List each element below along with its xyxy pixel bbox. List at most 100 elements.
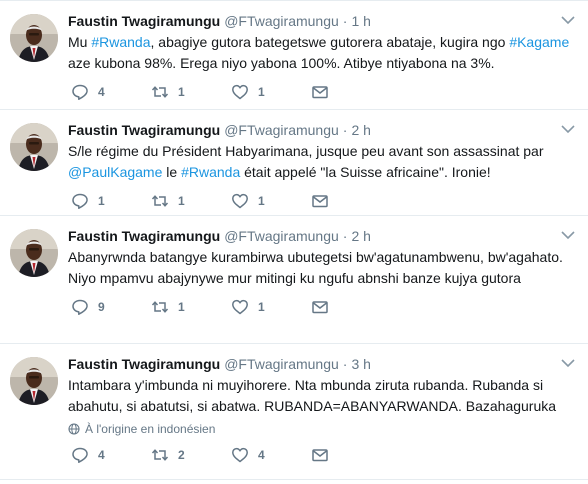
reply-button[interactable]: 1 — [71, 192, 151, 210]
retweet-button[interactable]: 1 — [151, 192, 231, 210]
tweet-text: S/le régime du Président Habyarimana, ju… — [68, 141, 576, 183]
tweet-text: Intambara y'imbunda ni muyihorere. Nta m… — [68, 375, 576, 417]
profile-photo-icon — [10, 123, 58, 171]
reply-button[interactable]: 4 — [71, 446, 151, 464]
author-handle[interactable]: @FTwagiramungu — [224, 122, 339, 138]
tweet-text-segment: Intambara y'imbunda ni muyihorere. Nta m… — [68, 377, 557, 414]
retweet-count: 1 — [178, 300, 185, 314]
retweet-button[interactable]: 1 — [151, 83, 231, 101]
tweet-actions: 9 1 1 — [71, 289, 576, 325]
timestamp[interactable]: 1 h — [351, 13, 370, 29]
envelope-icon — [312, 86, 328, 99]
author-name[interactable]: Faustin Twagiramungu — [68, 356, 220, 372]
hashtag-link[interactable]: #Rwanda — [91, 34, 150, 50]
translation-label[interactable]: À l'origine en indonésien — [85, 422, 215, 436]
tweet-text-segment: Mu — [68, 34, 92, 50]
avatar[interactable] — [10, 14, 58, 62]
profile-photo-icon — [10, 229, 58, 277]
like-button[interactable]: 1 — [231, 298, 311, 316]
avatar[interactable] — [10, 229, 58, 277]
author-name[interactable]: Faustin Twagiramungu — [68, 13, 220, 29]
like-count: 4 — [258, 448, 265, 462]
profile-photo-icon — [10, 357, 58, 405]
heart-icon — [232, 299, 248, 315]
separator-dot: · — [342, 355, 348, 372]
separator-dot: · — [342, 121, 348, 138]
heart-icon — [232, 447, 248, 463]
reply-button[interactable]: 9 — [71, 298, 151, 316]
retweet-count: 1 — [178, 194, 185, 208]
chevron-down-icon[interactable] — [561, 230, 575, 240]
timestamp[interactable]: 2 h — [351, 228, 370, 244]
retweet-button[interactable]: 1 — [151, 298, 231, 316]
chevron-down-icon[interactable] — [561, 15, 575, 25]
tweet-header: Faustin Twagiramungu @FTwagiramungu · 1 … — [68, 11, 576, 30]
retweet-icon — [151, 301, 169, 313]
like-button[interactable]: 1 — [231, 192, 311, 210]
heart-icon — [232, 84, 248, 100]
profile-photo-icon — [10, 14, 58, 62]
reply-icon — [72, 84, 88, 100]
tweet-header: Faustin Twagiramungu @FTwagiramungu · 2 … — [68, 120, 576, 139]
direct-message-button[interactable] — [311, 446, 338, 464]
heart-icon — [232, 193, 248, 209]
tweet[interactable]: Faustin Twagiramungu @FTwagiramungu · 3 … — [0, 344, 588, 480]
reply-count: 1 — [98, 194, 105, 208]
tweet-text: Mu #Rwanda, abagiye gutora bategetswe gu… — [68, 32, 576, 74]
globe-icon — [68, 422, 80, 435]
like-count: 1 — [258, 194, 265, 208]
author-handle[interactable]: @FTwagiramungu — [224, 356, 339, 372]
author-handle[interactable]: @FTwagiramungu — [224, 13, 339, 29]
tweet-text-segment: Abanyrwnda batangye kurambirwa ubutegets… — [68, 249, 563, 286]
tweet-header: Faustin Twagiramungu @FTwagiramungu · 2 … — [68, 226, 576, 245]
envelope-icon — [312, 449, 328, 462]
tweet-text-segment: était appelé "la Suisse africaine". Iron… — [240, 164, 491, 180]
tweet[interactable]: Faustin Twagiramungu @FTwagiramungu · 2 … — [0, 216, 588, 344]
envelope-icon — [312, 195, 328, 208]
chevron-down-icon[interactable] — [561, 358, 575, 368]
tweet[interactable]: Faustin Twagiramungu @FTwagiramungu · 2 … — [0, 110, 588, 216]
separator-dot: · — [342, 12, 348, 29]
reply-icon — [72, 193, 88, 209]
tweet-actions: 4 2 4 — [71, 437, 576, 473]
retweet-button[interactable]: 2 — [151, 446, 231, 464]
author-name[interactable]: Faustin Twagiramungu — [68, 228, 220, 244]
tweet-text-segment: le — [162, 164, 182, 180]
like-count: 1 — [258, 300, 265, 314]
avatar[interactable] — [10, 123, 58, 171]
retweet-icon — [151, 449, 169, 461]
direct-message-button[interactable] — [311, 298, 338, 316]
retweet-icon — [151, 195, 169, 207]
tweet-header: Faustin Twagiramungu @FTwagiramungu · 3 … — [68, 354, 576, 373]
hashtag-link[interactable]: #Kagame — [509, 34, 569, 50]
reply-icon — [72, 447, 88, 463]
direct-message-button[interactable] — [311, 192, 338, 210]
avatar[interactable] — [10, 357, 58, 405]
author-name[interactable]: Faustin Twagiramungu — [68, 122, 220, 138]
timestamp[interactable]: 3 h — [351, 356, 370, 372]
reply-count: 9 — [98, 300, 105, 314]
reply-icon — [72, 299, 88, 315]
reply-count: 4 — [98, 448, 105, 462]
tweet-text-segment: aze kubona 98%. Erega niyo yabona 100%. … — [68, 55, 495, 71]
reply-count: 4 — [98, 85, 105, 99]
tweet-actions: 1 1 1 — [71, 183, 576, 219]
hashtag-link[interactable]: #Rwanda — [181, 164, 240, 180]
envelope-icon — [312, 301, 328, 314]
hashtag-link[interactable]: @PaulKagame — [68, 164, 162, 180]
like-button[interactable]: 1 — [231, 83, 311, 101]
tweet[interactable]: Faustin Twagiramungu @FTwagiramungu · 1 … — [0, 0, 588, 110]
translation-note[interactable]: À l'origine en indonésien — [68, 420, 576, 437]
like-count: 1 — [258, 85, 265, 99]
chevron-down-icon[interactable] — [561, 124, 575, 134]
separator-dot: · — [342, 227, 348, 244]
tweet-text: Abanyrwnda batangye kurambirwa ubutegets… — [68, 247, 576, 289]
like-button[interactable]: 4 — [231, 446, 311, 464]
author-handle[interactable]: @FTwagiramungu — [224, 228, 339, 244]
tweet-timeline: Faustin Twagiramungu @FTwagiramungu · 1 … — [0, 0, 588, 480]
reply-button[interactable]: 4 — [71, 83, 151, 101]
tweet-actions: 4 1 1 — [71, 74, 576, 110]
timestamp[interactable]: 2 h — [351, 122, 370, 138]
tweet-text-segment: , abagiye gutora bategetswe gutorera aba… — [150, 34, 510, 50]
direct-message-button[interactable] — [311, 83, 338, 101]
